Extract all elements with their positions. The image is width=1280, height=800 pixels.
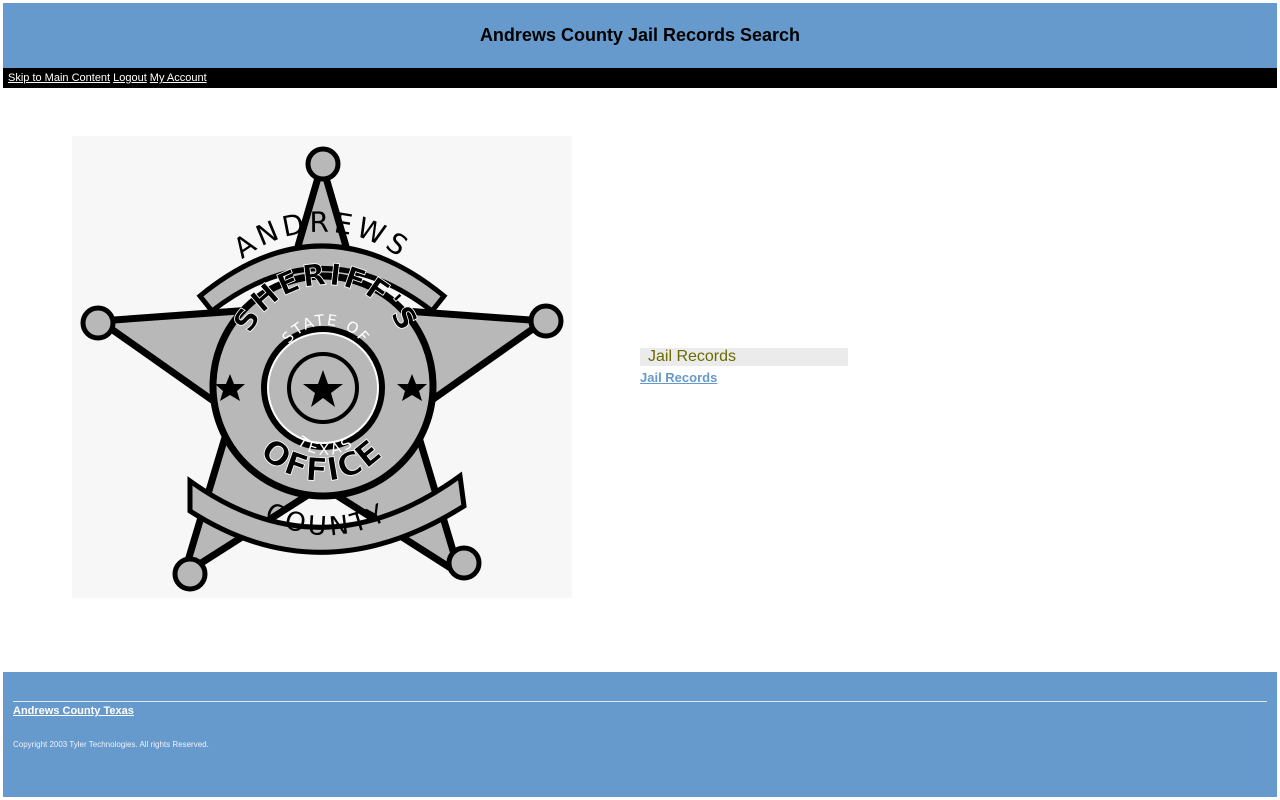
- page-footer: Andrews County Texas Copyright 2003 Tyle…: [3, 672, 1277, 797]
- andrews-county-texas-link[interactable]: Andrews County Texas: [13, 705, 134, 717]
- sheriff-badge-logo: ANDREWS COUNTY SHERIFF'S STATE OF TEXAS …: [72, 136, 572, 598]
- jail-records-link[interactable]: Jail Records: [640, 370, 717, 385]
- my-account-link[interactable]: My Account: [150, 72, 207, 84]
- skip-to-main-link[interactable]: Skip to Main Content: [8, 72, 110, 84]
- logout-link[interactable]: Logout: [113, 72, 147, 84]
- footer-divider: [13, 701, 1267, 702]
- jail-records-heading: Jail Records: [640, 348, 848, 366]
- sheriff-badge-icon: ANDREWS COUNTY SHERIFF'S STATE OF TEXAS …: [80, 146, 564, 592]
- page-title: Andrews County Jail Records Search: [479, 25, 801, 45]
- jail-records-panel: Jail Records Jail Records: [640, 348, 848, 387]
- copyright-text: Copyright 2003 Tyler Technologies. All r…: [13, 740, 209, 749]
- top-nav: Skip to Main Content Logout My Account: [3, 68, 1277, 88]
- page-header: Andrews County Jail Records Search: [3, 3, 1277, 68]
